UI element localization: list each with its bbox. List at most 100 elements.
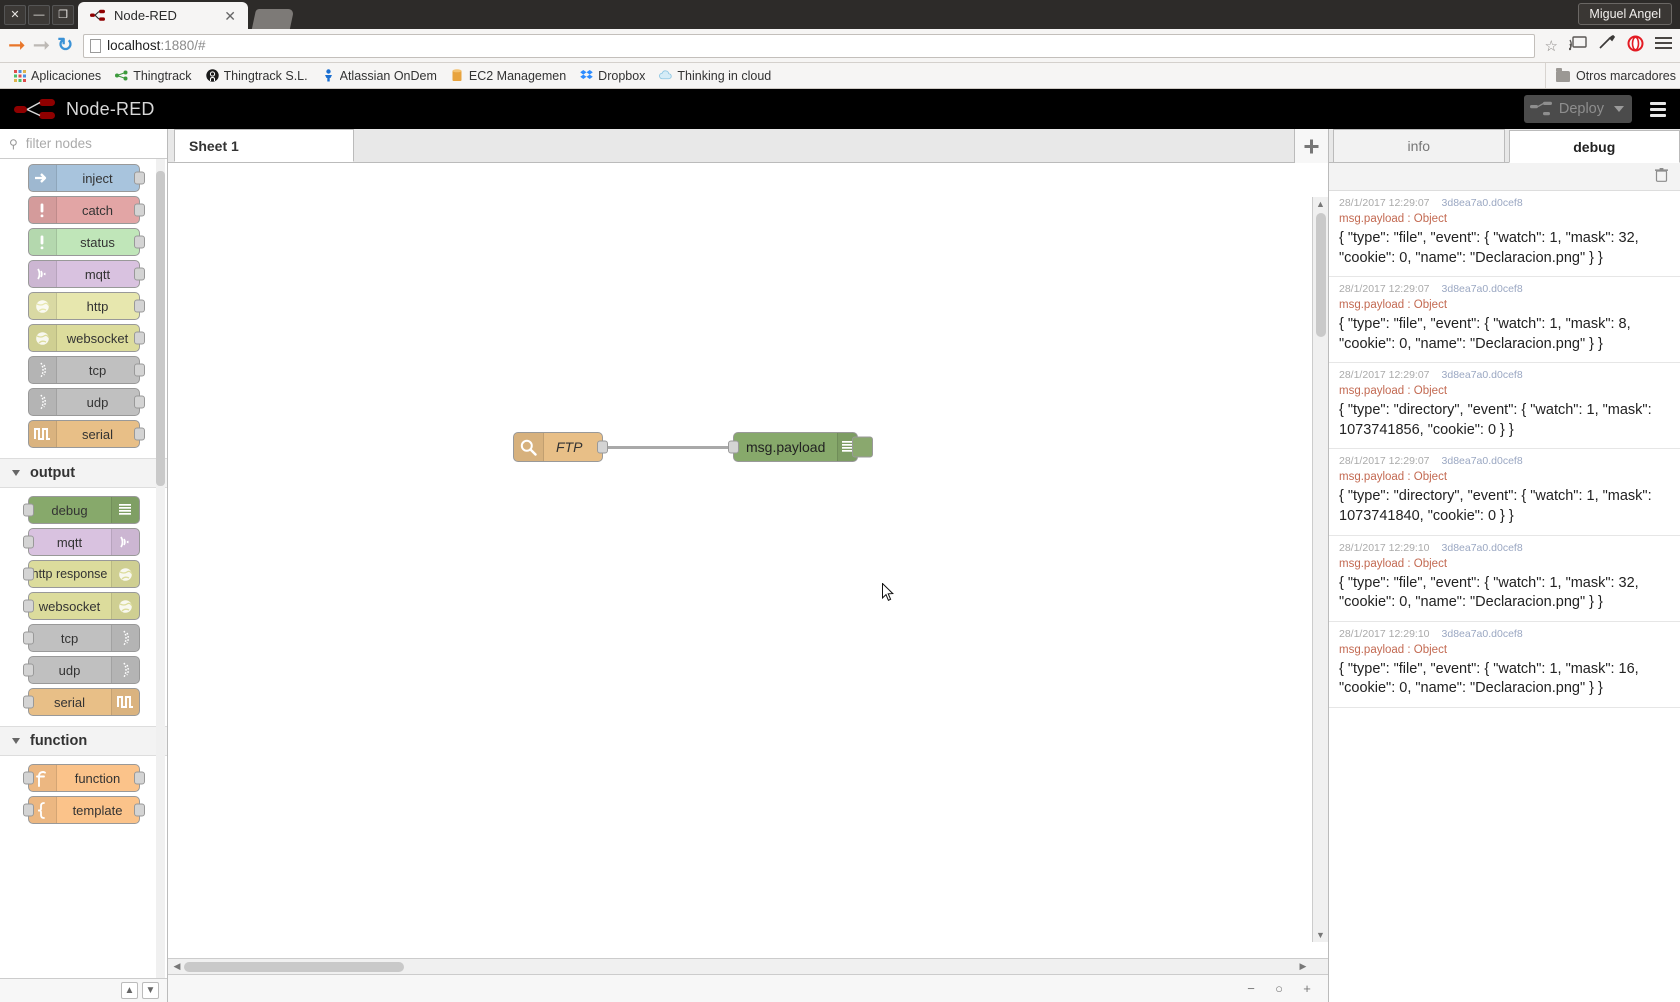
- debug-source-id[interactable]: 3d8ea7a0.d0cef8: [1442, 283, 1523, 295]
- zoom-reset-icon[interactable]: ○: [1270, 980, 1288, 998]
- debug-message[interactable]: 28/1/2017 12:29:10 3d8ea7a0.d0cef8 msg.p…: [1329, 536, 1680, 622]
- palette-node-tcp-out[interactable]: tcp: [22, 624, 140, 652]
- palette-node-debug[interactable]: debug: [22, 496, 140, 524]
- flow-tab-sheet-1[interactable]: Sheet 1: [174, 129, 354, 162]
- node-output-port[interactable]: [133, 427, 145, 441]
- node-output-port[interactable]: [133, 803, 145, 817]
- bookmark-dropbox[interactable]: Dropbox: [573, 65, 652, 87]
- palette-node-status[interactable]: status: [27, 228, 145, 256]
- palette-node-udp-out[interactable]: udp: [22, 656, 140, 684]
- node-input-port[interactable]: [22, 695, 34, 709]
- bookmark-ec2[interactable]: EC2 Managemen: [444, 65, 573, 87]
- flow-node-debug[interactable]: msg.payload: [728, 432, 873, 462]
- expand-all-icon[interactable]: ▼: [142, 982, 159, 999]
- collapse-all-icon[interactable]: ▲: [121, 982, 138, 999]
- opera-icon[interactable]: [1627, 35, 1644, 57]
- debug-message[interactable]: 28/1/2017 12:29:07 3d8ea7a0.d0cef8 msg.p…: [1329, 191, 1680, 278]
- node-output-port[interactable]: [133, 203, 145, 217]
- debug-source-id[interactable]: 3d8ea7a0.d0cef8: [1442, 197, 1523, 209]
- canvas-hscrollbar-thumb[interactable]: [184, 962, 404, 972]
- debug-message-list[interactable]: 28/1/2017 12:29:07 3d8ea7a0.d0cef8 msg.p…: [1329, 191, 1680, 1002]
- palette-node-mqtt-out[interactable]: mqtt: [22, 528, 140, 556]
- node-output-port[interactable]: [133, 299, 145, 313]
- chevron-down-icon[interactable]: [1614, 106, 1624, 112]
- palette-node-template[interactable]: template: [22, 796, 145, 824]
- hamburger-menu-icon[interactable]: [1650, 101, 1672, 117]
- debug-source-id[interactable]: 3d8ea7a0.d0cef8: [1442, 455, 1523, 467]
- debug-source-id[interactable]: 3d8ea7a0.d0cef8: [1442, 369, 1523, 381]
- deploy-button[interactable]: Deploy: [1523, 95, 1632, 123]
- scroll-up-icon[interactable]: ▲: [1313, 197, 1328, 211]
- palette-node-websocket-out[interactable]: websocket: [22, 592, 140, 620]
- reload-icon[interactable]: ↻: [57, 34, 73, 57]
- canvas-vertical-scrollbar[interactable]: ▲ ▼: [1312, 197, 1328, 942]
- node-output-port[interactable]: [133, 363, 145, 377]
- window-maximize-button[interactable]: ❐: [52, 4, 74, 25]
- trash-icon[interactable]: [1655, 168, 1668, 185]
- node-input-port[interactable]: [728, 440, 739, 454]
- palette-scrollbar[interactable]: [156, 159, 165, 978]
- cast-icon[interactable]: [1568, 35, 1587, 56]
- scroll-right-icon[interactable]: ▶: [1296, 959, 1310, 974]
- node-input-port[interactable]: [22, 567, 34, 581]
- palette-scrollbar-thumb[interactable]: [156, 171, 165, 486]
- palette-category-header-output[interactable]: output: [0, 458, 167, 488]
- node-output-port[interactable]: [133, 171, 145, 185]
- palette-node-function[interactable]: function: [22, 764, 145, 792]
- sidebar-tab-info[interactable]: info: [1333, 129, 1505, 162]
- palette-node-inject[interactable]: inject: [27, 164, 145, 192]
- scroll-left-icon[interactable]: ◀: [170, 959, 184, 974]
- palette-node-mqtt-in[interactable]: mqtt: [27, 260, 145, 288]
- zoom-in-icon[interactable]: +: [1298, 980, 1316, 998]
- node-input-port[interactable]: [22, 503, 34, 517]
- debug-source-id[interactable]: 3d8ea7a0.d0cef8: [1442, 628, 1523, 640]
- node-input-port[interactable]: [22, 599, 34, 613]
- node-output-port[interactable]: [133, 235, 145, 249]
- back-arrow-icon[interactable]: ➞: [8, 35, 26, 56]
- debug-message[interactable]: 28/1/2017 12:29:07 3d8ea7a0.d0cef8 msg.p…: [1329, 449, 1680, 536]
- node-input-port[interactable]: [22, 663, 34, 677]
- other-bookmarks-folder[interactable]: Otros marcadores: [1544, 63, 1676, 88]
- canvas-vscrollbar-thumb[interactable]: [1316, 213, 1326, 337]
- palette-node-serial-in[interactable]: serial: [27, 420, 145, 448]
- bookmark-thinking-in-cloud[interactable]: Thinking in cloud: [652, 65, 778, 87]
- debug-message[interactable]: 28/1/2017 12:29:07 3d8ea7a0.d0cef8 msg.p…: [1329, 363, 1680, 450]
- bookmark-thingtrack-sl[interactable]: Thingtrack S.L.: [199, 65, 315, 87]
- add-flow-tab-button[interactable]: [1294, 129, 1328, 163]
- forward-arrow-icon[interactable]: ➞: [33, 35, 51, 56]
- node-input-port[interactable]: [22, 803, 34, 817]
- browser-menu-icon[interactable]: [1655, 36, 1672, 55]
- palette-scroll-area[interactable]: inject catch status mqtt http websocket …: [0, 159, 167, 978]
- node-red-logo-icon[interactable]: [14, 98, 56, 120]
- window-close-button[interactable]: ✕: [4, 4, 26, 25]
- node-output-port[interactable]: [597, 440, 608, 454]
- bookmark-thingtrack[interactable]: Thingtrack: [108, 65, 198, 87]
- palette-node-tcp-in[interactable]: tcp: [27, 356, 145, 384]
- sidebar-tab-debug[interactable]: debug: [1508, 130, 1680, 163]
- window-minimize-button[interactable]: —: [28, 4, 50, 25]
- bookmark-star-icon[interactable]: ☆: [1545, 37, 1558, 55]
- browser-profile-chip[interactable]: Miguel Angel: [1578, 3, 1672, 25]
- debug-node-toggle-button[interactable]: [852, 436, 873, 458]
- palette-node-catch[interactable]: catch: [27, 196, 145, 224]
- canvas-horizontal-scrollbar[interactable]: ◀ ▶: [168, 958, 1328, 974]
- debug-source-id[interactable]: 3d8ea7a0.d0cef8: [1442, 542, 1523, 554]
- flow-canvas[interactable]: FTP msg.payload ▲ ▼: [168, 163, 1328, 958]
- palette-category-header-function[interactable]: function: [0, 726, 167, 756]
- palette-node-udp-in[interactable]: udp: [27, 388, 145, 416]
- debug-message[interactable]: 28/1/2017 12:29:10 3d8ea7a0.d0cef8 msg.p…: [1329, 622, 1680, 708]
- bookmark-aplicaciones[interactable]: Aplicaciones: [6, 65, 108, 87]
- node-output-port[interactable]: [133, 771, 145, 785]
- new-tab-button[interactable]: [251, 9, 295, 29]
- palette-search-row[interactable]: ⚲: [0, 129, 167, 159]
- scroll-down-icon[interactable]: ▼: [1313, 928, 1328, 942]
- node-output-port[interactable]: [133, 331, 145, 345]
- debug-message[interactable]: 28/1/2017 12:29:07 3d8ea7a0.d0cef8 msg.p…: [1329, 277, 1680, 364]
- tab-close-icon[interactable]: ✕: [222, 9, 238, 23]
- node-output-port[interactable]: [133, 267, 145, 281]
- flow-wire[interactable]: [605, 446, 732, 449]
- palette-node-websocket-in[interactable]: websocket: [27, 324, 145, 352]
- node-input-port[interactable]: [22, 535, 34, 549]
- filter-nodes-input[interactable]: [23, 135, 158, 152]
- browser-tab-node-red[interactable]: Node-RED ✕: [78, 2, 248, 29]
